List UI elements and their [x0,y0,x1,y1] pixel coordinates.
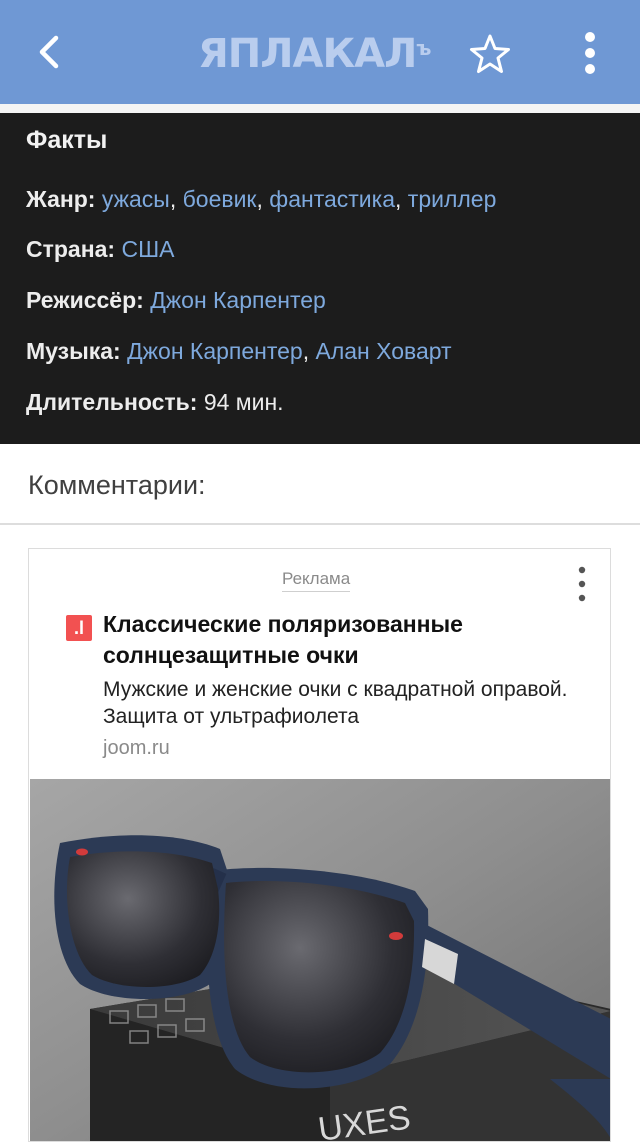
comments-heading: Комментарии: [28,470,206,500]
app-bar: ЯПЛАКАЛъ [0,0,640,104]
advertiser-favicon-icon: .l [66,615,92,641]
genre-link[interactable]: ужасы [102,186,170,212]
ad-title[interactable]: Классические поляризованные солнцезащитн… [103,609,573,671]
ad-description: Мужские и женские очки с квадратной опра… [103,678,568,728]
ad-domain[interactable]: joom.ru [103,737,170,760]
director-label: Режиссёр: [26,287,144,313]
ad-card[interactable]: Реклама .l Классические поляризованные с… [28,548,611,1142]
star-outline-icon[interactable] [468,32,512,76]
logo-text: ЯПЛАКАЛ [198,31,417,77]
fact-music: Музыка: Джон Карпентер, Алан Ховарт [26,338,452,364]
fact-duration: Длительность: 94 мин. [26,387,284,417]
divider [0,523,640,525]
facts-heading: Факты [26,126,108,154]
genre-link[interactable]: триллер [408,186,497,212]
fact-country: Страна: США [26,234,174,264]
fact-director: Режиссёр: Джон Карпентер [26,285,326,315]
logo-suffix: ъ [416,36,431,60]
genre-link[interactable]: фантастика [269,186,395,212]
duration-value: 94 мин. [203,389,284,415]
country-label: Страна: [26,236,116,262]
music-link[interactable]: Джон Карпентер [127,338,303,364]
music-link[interactable]: Алан Ховарт [316,338,452,364]
fact-genre: Жанр: ужасы, боевик, фантастика, триллер [26,186,497,212]
site-logo[interactable]: ЯПЛАКАЛъ [198,28,442,80]
duration-label: Длительность: [26,389,198,415]
genre-link[interactable]: боевик [183,186,257,212]
ad-label: Реклама [282,569,351,592]
genre-label: Жанр: [26,186,96,212]
back-arrow-icon[interactable] [28,30,72,74]
appbar-shadow [0,104,640,113]
music-label: Музыка: [26,338,121,364]
ad-options-icon[interactable] [573,565,591,603]
country-link[interactable]: США [121,236,174,262]
director-link[interactable]: Джон Карпентер [150,287,326,313]
ad-image[interactable]: UXES [30,779,610,1141]
more-vertical-icon[interactable] [574,30,606,76]
